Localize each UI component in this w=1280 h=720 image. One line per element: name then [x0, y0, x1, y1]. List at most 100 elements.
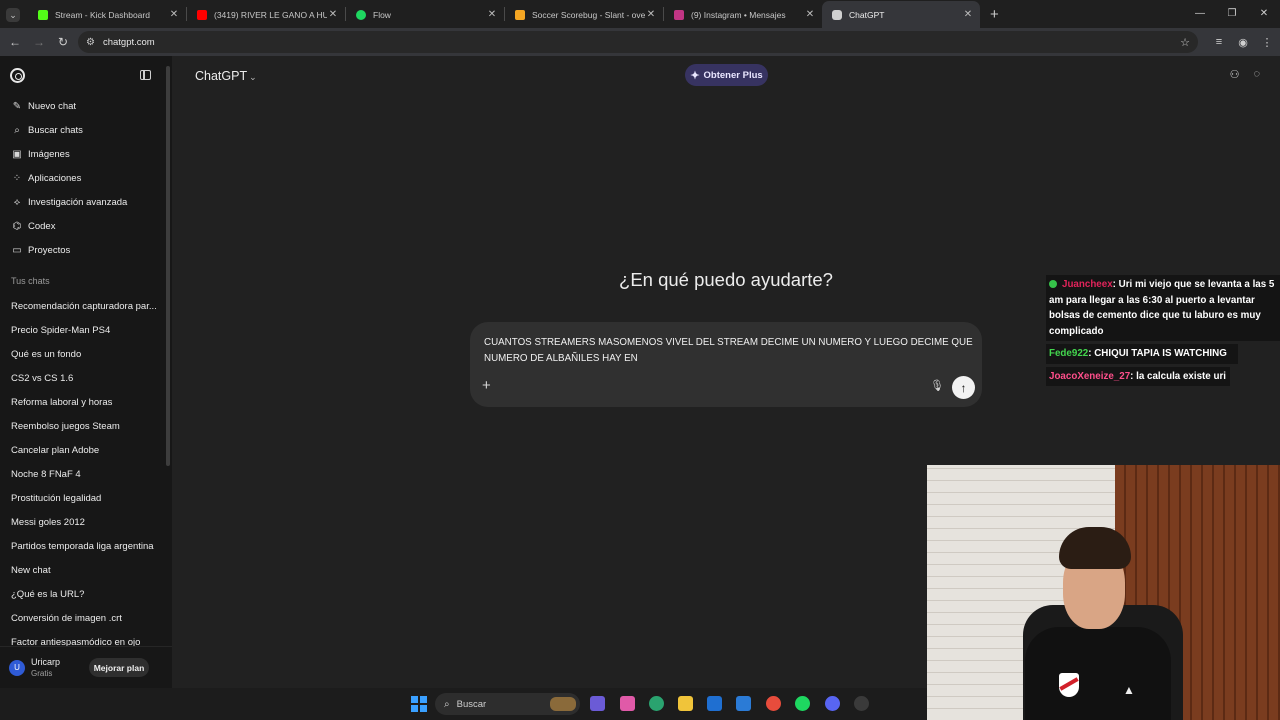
user-name: Uricarp [31, 657, 61, 667]
tab-title: ChatGPT [849, 9, 885, 20]
sidebar-item-images[interactable]: ▣ Imágenes [0, 142, 172, 166]
send-button[interactable]: ↑ [952, 376, 975, 399]
user-menu[interactable]: U Uricarp Gratis Mejorar plan [0, 646, 172, 688]
chevron-down-icon: ⌄ [249, 72, 257, 82]
chat-history-item[interactable]: Cancelar plan Adobe [0, 438, 172, 462]
sidebar-item-search-chats[interactable]: ⌕ Buscar chats [0, 118, 172, 142]
chat-history-item[interactable]: Prostitución legalidad [0, 486, 172, 510]
sidebar-toggle-icon[interactable] [140, 70, 151, 80]
temporary-chat-icon[interactable]: ◌ [1253, 68, 1260, 81]
image-icon: ▣ [12, 148, 22, 160]
close-window-icon[interactable]: ✕ [1248, 0, 1280, 28]
prompt-composer[interactable]: CUANTOS STREAMERS MASOMENOS VIVEL DEL ST… [470, 322, 982, 407]
chat-history-item[interactable]: Recomendación capturadora par... [0, 294, 172, 318]
media-controls-icon[interactable]: ≡ [1212, 36, 1226, 48]
sidebar-item-projects[interactable]: ▭ Proyectos [0, 238, 172, 262]
prompt-input[interactable]: CUANTOS STREAMERS MASOMENOS VIVEL DEL ST… [484, 335, 974, 367]
copilot-icon[interactable] [620, 696, 635, 711]
back-icon[interactable]: ← [3, 35, 27, 49]
spotify-icon[interactable] [795, 696, 810, 711]
avatar: U [9, 659, 25, 676]
sidebar-item-label: Imágenes [28, 148, 70, 160]
sidebar-item-apps[interactable]: ⁘ Aplicaciones [0, 166, 172, 190]
chat-history-item[interactable]: New chat [0, 558, 172, 582]
model-selector[interactable]: ChatGPT ⌄ [195, 69, 257, 83]
teams-icon[interactable] [590, 696, 605, 711]
tab-close-icon[interactable]: ✕ [168, 9, 180, 20]
browser-tab[interactable]: Flow ✕ [346, 1, 504, 28]
chat-history-item[interactable]: Partidos temporada liga argentina [0, 534, 172, 558]
chat-history-item[interactable]: Precio Spider-Man PS4 [0, 318, 172, 342]
sidebar-item-deep-research[interactable]: ⟡ Investigación avanzada [0, 190, 172, 214]
upgrade-plan-button[interactable]: Mejorar plan [89, 658, 149, 677]
browser-tab[interactable]: Stream - Kick Dashboard ✕ [28, 1, 186, 28]
minimize-icon[interactable]: — [1184, 0, 1216, 28]
header-actions: ⚇ ◌ [1230, 68, 1260, 81]
profile-icon[interactable]: ◉ [1236, 36, 1250, 49]
sidebar-header [0, 56, 172, 94]
forward-icon[interactable]: → [27, 35, 51, 49]
chats-section-label: Tus chats [11, 276, 50, 286]
chat-history-item[interactable]: Messi goles 2012 [0, 510, 172, 534]
bookmark-star-icon[interactable]: ☆ [1180, 36, 1190, 49]
taskbar-search[interactable]: ⌕ Buscar [435, 693, 580, 715]
browser-tab[interactable]: (3419) RIVER LE GANO A HURA ✕ [187, 1, 345, 28]
microphone-icon[interactable]: 🎙 [930, 379, 944, 392]
tab-close-icon[interactable]: ✕ [962, 9, 974, 20]
chat-history-item[interactable]: Noche 8 FNaF 4 [0, 462, 172, 486]
model-name: ChatGPT [195, 69, 248, 83]
sidebar-scrollbar[interactable] [166, 66, 170, 466]
search-highlight-icon [550, 697, 576, 711]
chat-history-item[interactable]: ¿Qué es la URL? [0, 582, 172, 606]
address-bar[interactable]: ⚙ chatgpt.com ☆ [78, 31, 1198, 53]
store-icon[interactable] [707, 696, 722, 711]
stream-chat-message: Fede922: CHIQUI TAPIA IS WATCHING [1046, 344, 1238, 364]
add-people-icon[interactable]: ⚇ [1230, 68, 1240, 81]
kick-favicon-icon [38, 9, 48, 20]
browser-menu-icon[interactable]: ⋮ [1260, 36, 1274, 49]
chrome-icon[interactable] [766, 696, 781, 711]
tab-close-icon[interactable]: ✕ [804, 9, 816, 20]
new-tab-icon[interactable]: + [990, 6, 999, 23]
browser-tab-active[interactable]: ChatGPT ✕ [822, 1, 980, 28]
flow-favicon-icon [356, 9, 366, 20]
tab-title: (3419) RIVER LE GANO A HURA [214, 9, 327, 20]
get-plus-button[interactable]: ✦ Obtener Plus [685, 64, 768, 86]
tab-search-icon[interactable]: ⌄ [6, 8, 20, 22]
chat-username: Fede922 [1049, 348, 1089, 359]
windows-start-icon[interactable] [411, 696, 427, 712]
address-text: chatgpt.com [102, 36, 155, 48]
edit-icon: ✎ [12, 100, 22, 112]
chat-history-item[interactable]: Reembolso juegos Steam [0, 414, 172, 438]
browser-tab[interactable]: (9) Instagram • Mensajes ✕ [664, 1, 822, 28]
add-attachment-icon[interactable]: + [482, 377, 491, 394]
chat-history-item[interactable]: CS2 vs CS 1.6 [0, 366, 172, 390]
get-plus-label: Obtener Plus [703, 69, 763, 81]
chat-history-item[interactable]: Qué es un fondo [0, 342, 172, 366]
outlook-icon[interactable] [736, 696, 751, 711]
tab-title: Flow [373, 9, 391, 20]
folder-icon: ▭ [12, 244, 22, 256]
restore-icon[interactable]: ❐ [1216, 0, 1248, 28]
chat-history-item[interactable]: Conversión de imagen .crt [0, 606, 172, 630]
sidebar-item-codex[interactable]: ⌬ Codex [0, 214, 172, 238]
tab-close-icon[interactable]: ✕ [645, 9, 657, 20]
chat-history-item[interactable]: Reforma laboral y horas [0, 390, 172, 414]
chat-history-item[interactable]: Factor antiespasmódico en ojo [0, 630, 172, 647]
tab-close-icon[interactable]: ✕ [486, 9, 498, 20]
edge-icon[interactable] [649, 696, 664, 711]
sidebar-item-label: Buscar chats [28, 124, 83, 136]
file-explorer-icon[interactable] [678, 696, 693, 711]
browser-tab[interactable]: Soccer Scorebug - Slant - overl ✕ [505, 1, 663, 28]
site-info-icon[interactable]: ⚙ [86, 37, 95, 48]
openai-logo-icon[interactable] [10, 68, 25, 83]
reload-icon[interactable]: ↻ [51, 35, 75, 49]
obs-icon[interactable] [854, 696, 869, 711]
tab-close-icon[interactable]: ✕ [327, 9, 339, 20]
stream-chat-message: Juancheex: Uri mi viejo que se levanta a… [1046, 275, 1280, 341]
sidebar-item-new-chat[interactable]: ✎ Nuevo chat [0, 94, 172, 118]
discord-icon[interactable] [825, 696, 840, 711]
user-info: Uricarp Gratis [31, 657, 60, 678]
codex-icon: ⌬ [12, 220, 22, 232]
sparkle-icon: ✦ [690, 69, 700, 82]
